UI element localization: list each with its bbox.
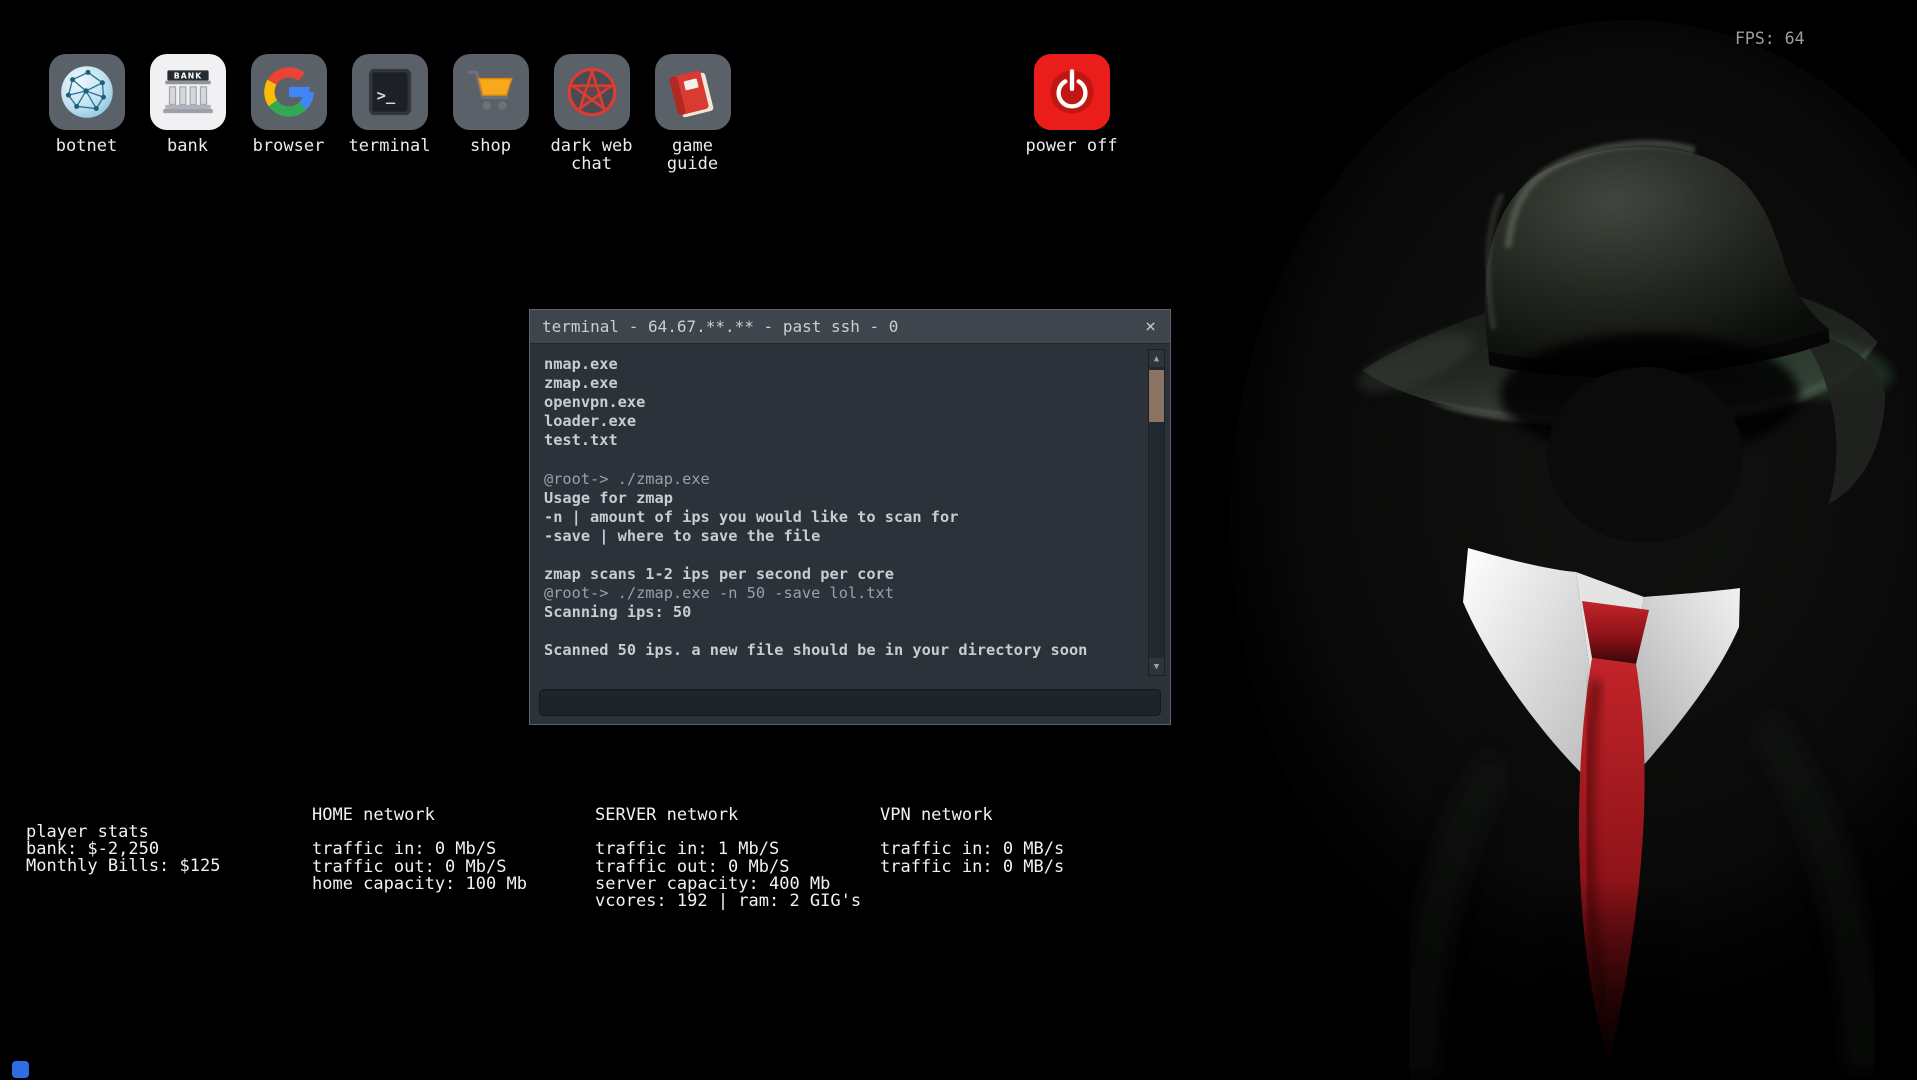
terminal-line-prompt: @root-> ./zmap.exe -n 50 -save lol.txt	[544, 584, 1144, 603]
terminal-line: Scanning ips: 50	[544, 603, 1144, 622]
icon-label-power-off: power off	[1025, 137, 1117, 155]
desktop-icon-power-off[interactable]: power off	[1021, 54, 1122, 155]
terminal-line: test.txt	[544, 431, 1144, 450]
icon-label-botnet: botnet	[56, 137, 117, 155]
terminal-line: zmap scans 1-2 ips per second per core	[544, 565, 1144, 584]
stat-home-capacity: home capacity: 100 Mb	[312, 876, 527, 893]
terminal-line-prompt: @root-> ./zmap.exe	[544, 470, 1144, 489]
terminal-line: loader.exe	[544, 412, 1144, 431]
stat-monthly-bills: Monthly Bills: $125	[26, 858, 220, 875]
server-network-panel: SERVER network traffic in: 1 Mb/S traffi…	[595, 807, 861, 910]
desktop-icon-terminal[interactable]: >_ terminal	[339, 54, 440, 173]
google-g-icon	[251, 54, 327, 130]
desktop-icons: botnet BANK bank	[36, 54, 743, 173]
home-network-panel: HOME network traffic in: 0 Mb/S traffic …	[312, 807, 527, 893]
terminal-line	[544, 546, 1144, 565]
desktop-icon-shop[interactable]: shop	[440, 54, 541, 173]
terminal-window: terminal - 64.67.**.** - past ssh - 0 × …	[529, 309, 1171, 725]
icon-label-game-guide: game guide	[642, 137, 743, 173]
terminal-line: Scanned 50 ips. a new file should be in …	[544, 641, 1144, 660]
icon-label-shop: shop	[470, 137, 511, 155]
stat-traffic-in-2: traffic in: 0 MB/s	[880, 859, 1064, 876]
pentagram-icon	[554, 54, 630, 130]
power-icon	[1034, 54, 1110, 130]
terminal-line: openvpn.exe	[544, 393, 1144, 412]
shopping-cart-icon	[453, 54, 529, 130]
terminal-line	[544, 450, 1144, 469]
terminal-line	[544, 622, 1144, 641]
scroll-up-icon[interactable]: ▲	[1149, 350, 1164, 367]
botnet-globe-icon	[49, 54, 125, 130]
red-book-icon	[655, 54, 731, 130]
bank-building-icon: BANK	[150, 54, 226, 130]
fps-counter: FPS: 64	[1735, 29, 1805, 48]
vpn-network-panel: VPN network traffic in: 0 MB/s traffic i…	[880, 807, 1064, 876]
scroll-down-icon[interactable]: ▼	[1149, 658, 1164, 675]
icon-label-dark-web-chat: dark web chat	[541, 137, 642, 173]
terminal-prompt-icon: >_	[352, 54, 428, 130]
terminal-output: nmap.exe zmap.exe openvpn.exe loader.exe…	[532, 345, 1144, 680]
icon-label-browser: browser	[253, 137, 325, 155]
stats-title: SERVER network	[595, 807, 861, 824]
player-stats-panel: player stats bank: $-2,250 Monthly Bills…	[26, 824, 220, 876]
terminal-command-input[interactable]	[539, 689, 1161, 716]
terminal-line: -save | where to save the file	[544, 527, 1144, 546]
desktop-icon-browser[interactable]: browser	[238, 54, 339, 173]
desktop-icon-game-guide[interactable]: game guide	[642, 54, 743, 173]
desktop-icon-botnet[interactable]: botnet	[36, 54, 137, 173]
icon-label-bank: bank	[167, 137, 208, 155]
stat-traffic-in: traffic in: 0 Mb/S	[312, 841, 527, 858]
desktop-icon-dark-web-chat[interactable]: dark web chat	[541, 54, 642, 173]
terminal-line: Usage for zmap	[544, 489, 1144, 508]
icon-label-terminal: terminal	[349, 137, 431, 155]
terminal-prompt-glyph: >_	[376, 86, 395, 104]
terminal-line: -n | amount of ips you would like to sca…	[544, 508, 1144, 527]
desktop-icon-bank[interactable]: BANK bank	[137, 54, 238, 173]
terminal-line: nmap.exe	[544, 355, 1144, 374]
stats-title: HOME network	[312, 807, 527, 824]
bank-sign-text: BANK	[173, 72, 201, 81]
terminal-title: terminal - 64.67.**.** - past ssh - 0	[542, 317, 1143, 336]
noir-figure-background	[1200, 0, 1917, 1080]
stats-title: VPN network	[880, 807, 1064, 824]
stat-vcores-ram: vcores: 192 | ram: 2 GIG's	[595, 893, 861, 910]
terminal-scrollbar[interactable]: ▲ ▼	[1148, 349, 1165, 676]
stat-traffic-in: traffic in: 0 MB/s	[880, 841, 1064, 858]
stat-traffic-in: traffic in: 1 Mb/S	[595, 841, 861, 858]
terminal-line: zmap.exe	[544, 374, 1144, 393]
scrollbar-thumb[interactable]	[1149, 370, 1164, 422]
taskbar-indicator[interactable]	[12, 1061, 29, 1078]
close-icon[interactable]: ×	[1143, 316, 1158, 337]
terminal-titlebar[interactable]: terminal - 64.67.**.** - past ssh - 0 ×	[530, 310, 1170, 344]
